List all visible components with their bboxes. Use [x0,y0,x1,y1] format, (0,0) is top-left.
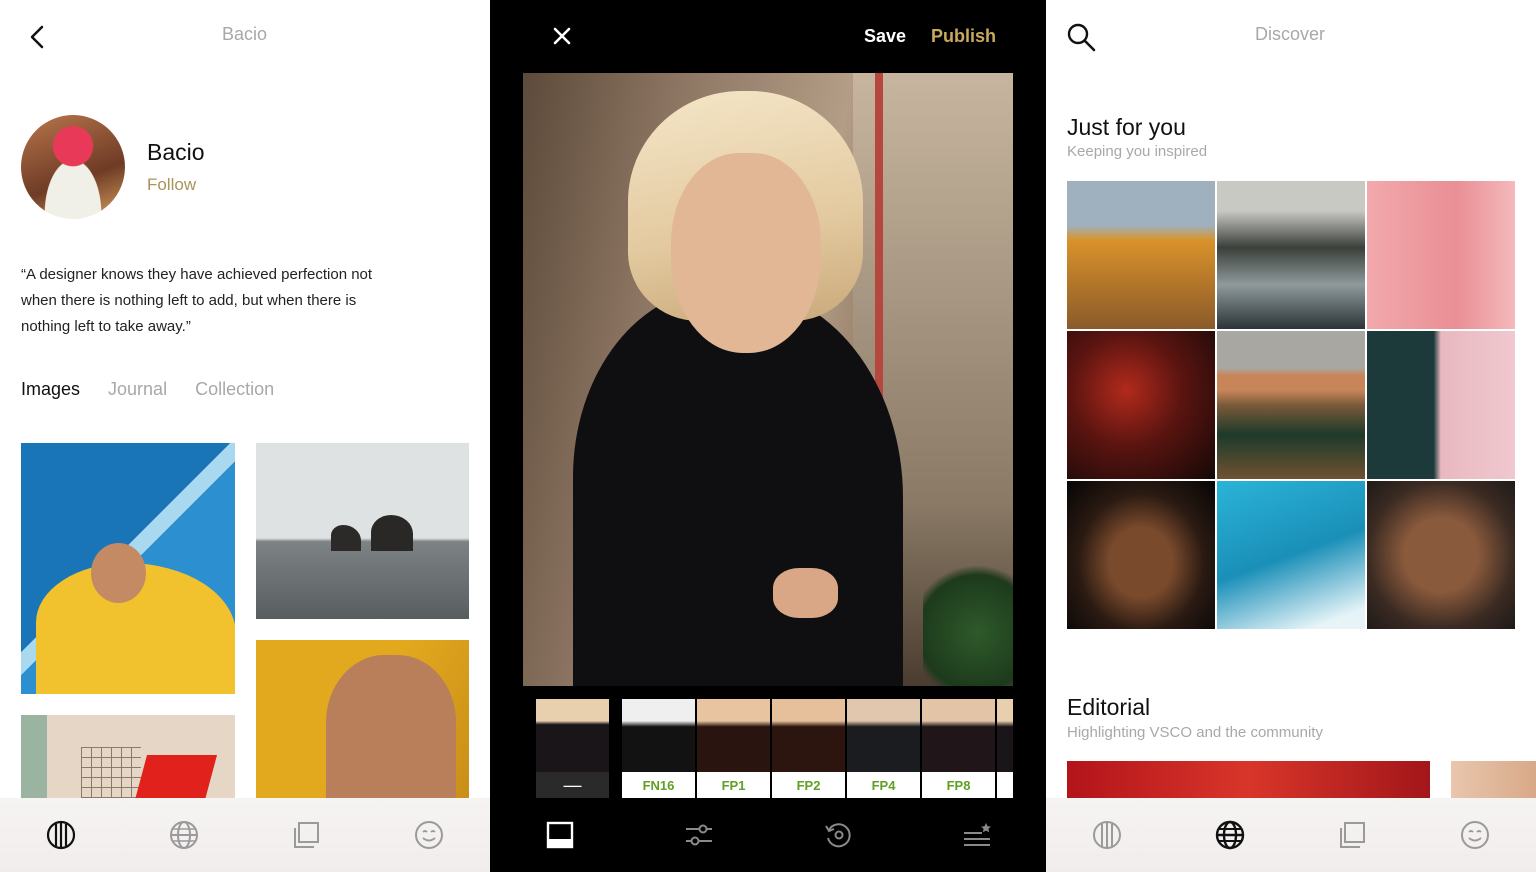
globe-icon[interactable] [164,815,204,855]
tab-collection[interactable]: Collection [195,379,274,400]
smiley-icon[interactable] [409,815,449,855]
filter-fp8[interactable]: FP8 [922,699,995,798]
history-icon[interactable] [818,815,858,855]
page-title: Bacio [222,24,268,44]
bottom-nav [1046,798,1536,872]
gallery-icon[interactable] [286,815,326,855]
filter-label: FP2 [796,777,821,793]
discover-image[interactable] [1067,481,1215,629]
section-subtitle: Highlighting VSCO and the community [1067,724,1323,741]
discover-image[interactable] [1217,331,1365,479]
discover-image[interactable] [1367,331,1515,479]
tab-journal[interactable]: Journal [108,379,167,400]
discover-image[interactable] [1367,181,1515,329]
gallery-icon[interactable] [1332,815,1372,855]
filter-strip: — FN16 FP1 FP2 FP4 FP8 [536,699,1013,798]
publish-button[interactable]: Publish [931,26,996,47]
filter-fp4[interactable]: FP4 [847,699,920,798]
image-thumbnail[interactable] [256,640,469,800]
section-title-just-for-you: Just for you [1067,114,1186,140]
filter-fn16[interactable]: FN16 [622,699,695,798]
filter-fp2[interactable]: FP2 [772,699,845,798]
page-title: Discover [1255,24,1326,44]
save-button[interactable]: Save [864,26,906,47]
filter-original-label: — [536,772,609,798]
editorial-image[interactable] [1451,761,1536,798]
back-icon[interactable] [22,22,52,52]
adjust-sliders-icon[interactable] [679,815,719,855]
filter-original[interactable]: — [536,699,609,798]
avatar[interactable] [21,115,125,219]
search-icon[interactable] [1064,20,1098,54]
filter-label: FP8 [946,777,971,793]
section-subtitle: Keeping you inspired [1067,143,1208,160]
image-thumbnail[interactable] [21,443,235,694]
smiley-icon[interactable] [1455,815,1495,855]
image-thumbnail[interactable] [21,715,235,800]
section-title-editorial: Editorial [1067,694,1151,720]
discover-image[interactable] [1367,481,1515,629]
image-thumbnail[interactable] [256,443,469,619]
presets-icon[interactable] [540,815,580,855]
bottom-nav [0,798,490,872]
filter-fp1[interactable]: FP1 [697,699,770,798]
tab-images[interactable]: Images [21,379,80,400]
discover-image[interactable] [1067,181,1215,329]
profile-tabs: Images Journal Collection [21,379,274,400]
editor-toolbar [490,798,1046,872]
profile-quote: “A designer knows they have achieved per… [21,266,373,335]
profile-icon[interactable] [41,815,81,855]
discover-screen: Discover Just for you Keeping you inspir… [1046,0,1536,872]
editor-screen: Save Publish — FN16 FP1 FP2 FP4 FP8 [490,0,1046,872]
discover-image[interactable] [1217,181,1365,329]
filter-next[interactable] [997,699,1013,798]
profile-name: Bacio [147,139,205,165]
filter-label: FP4 [871,777,896,793]
profile-icon[interactable] [1087,815,1127,855]
editorial-image[interactable] [1067,761,1430,798]
filter-label: FN16 [642,777,675,793]
discover-image[interactable] [1217,481,1365,629]
filter-label: FP1 [721,777,746,793]
photo-preview [523,73,1013,686]
close-icon[interactable] [548,22,576,50]
profile-screen: Bacio Bacio Follow “A designer knows the… [0,0,490,872]
recipes-icon[interactable] [957,815,997,855]
discover-image[interactable] [1067,331,1215,479]
globe-icon[interactable] [1210,815,1250,855]
follow-button[interactable]: Follow [147,175,196,195]
